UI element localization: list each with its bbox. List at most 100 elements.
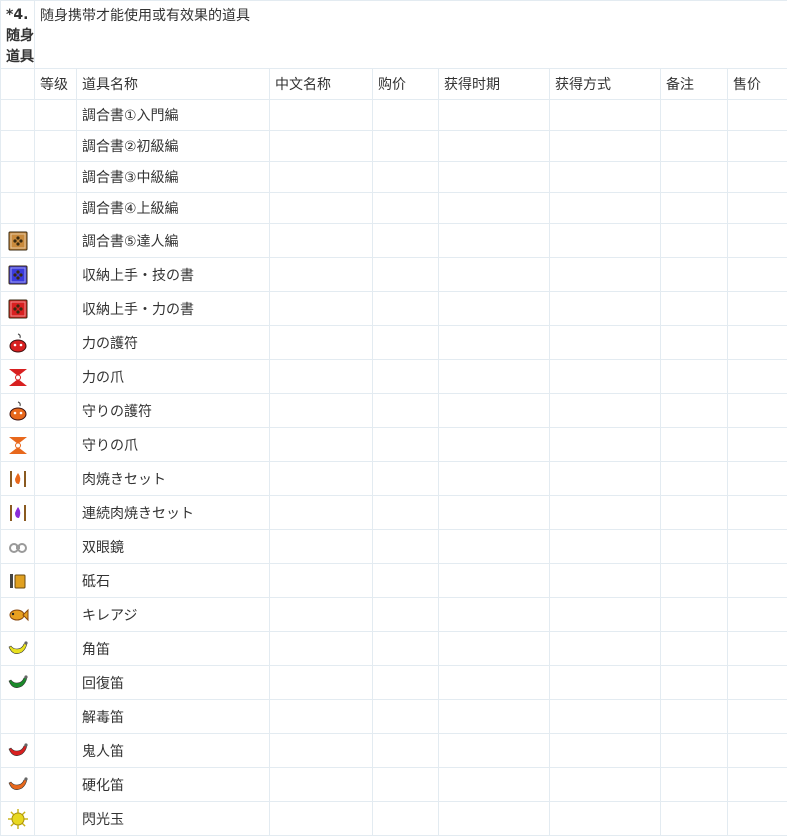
row-notes-cell bbox=[661, 131, 728, 162]
row-chinese-name-cell bbox=[270, 360, 373, 394]
row-chinese-name-cell bbox=[270, 666, 373, 700]
row-item-name: 調合書②初級編 bbox=[77, 131, 270, 162]
row-item-name: 守りの爪 bbox=[77, 428, 270, 462]
row-obtain-method-cell bbox=[550, 162, 661, 193]
column-header-row: 等级 道具名称 中文名称 购价 获得时期 获得方式 备注 售价 bbox=[1, 69, 787, 100]
row-obtain-method-cell bbox=[550, 224, 661, 258]
row-chinese-name-cell bbox=[270, 768, 373, 802]
table-row: 硬化笛 bbox=[1, 768, 787, 802]
row-sell-price-cell bbox=[728, 428, 787, 462]
items-table: *4.随身道具 随身携带才能使用或有效果的道具 等级 道具名称 中文名称 购价 … bbox=[0, 0, 787, 836]
row-icon-cell bbox=[1, 598, 35, 632]
table-row: 鬼人笛 bbox=[1, 734, 787, 768]
row-item-name: 鬼人笛 bbox=[77, 734, 270, 768]
col-head-obtain-period: 获得时期 bbox=[439, 69, 550, 100]
row-buy-price-cell bbox=[373, 598, 439, 632]
row-notes-cell bbox=[661, 700, 728, 734]
row-obtain-method-cell bbox=[550, 598, 661, 632]
row-chinese-name-cell bbox=[270, 496, 373, 530]
row-sell-price-cell bbox=[728, 462, 787, 496]
row-sell-price-cell bbox=[728, 802, 787, 836]
row-notes-cell bbox=[661, 193, 728, 224]
row-sell-price-cell bbox=[728, 131, 787, 162]
meat-roaster-icon bbox=[1, 468, 34, 490]
row-buy-price-cell bbox=[373, 530, 439, 564]
row-obtain-period-cell bbox=[439, 394, 550, 428]
section-description: 随身携带才能使用或有效果的道具 bbox=[35, 1, 787, 69]
row-obtain-period-cell bbox=[439, 564, 550, 598]
row-sell-price-cell bbox=[728, 768, 787, 802]
row-notes-cell bbox=[661, 598, 728, 632]
row-icon-cell bbox=[1, 700, 35, 734]
row-icon-cell bbox=[1, 131, 35, 162]
section-header-row: *4.随身道具 随身携带才能使用或有效果的道具 bbox=[1, 1, 787, 69]
row-obtain-period-cell bbox=[439, 193, 550, 224]
row-level-cell bbox=[35, 700, 77, 734]
row-buy-price-cell bbox=[373, 360, 439, 394]
row-sell-price-cell bbox=[728, 734, 787, 768]
row-obtain-method-cell bbox=[550, 326, 661, 360]
table-row: 守りの護符 bbox=[1, 394, 787, 428]
table-row: 解毒笛 bbox=[1, 700, 787, 734]
row-icon-cell bbox=[1, 258, 35, 292]
table-row: 調合書③中級編 bbox=[1, 162, 787, 193]
row-sell-price-cell bbox=[728, 496, 787, 530]
row-level-cell bbox=[35, 162, 77, 193]
row-obtain-period-cell bbox=[439, 734, 550, 768]
row-obtain-method-cell bbox=[550, 734, 661, 768]
col-head-buy-price: 购价 bbox=[373, 69, 439, 100]
row-level-cell bbox=[35, 131, 77, 162]
row-obtain-period-cell bbox=[439, 162, 550, 193]
row-obtain-period-cell bbox=[439, 768, 550, 802]
row-icon-cell bbox=[1, 428, 35, 462]
row-notes-cell bbox=[661, 162, 728, 193]
row-level-cell bbox=[35, 734, 77, 768]
row-obtain-method-cell bbox=[550, 530, 661, 564]
row-sell-price-cell bbox=[728, 292, 787, 326]
row-obtain-method-cell bbox=[550, 802, 661, 836]
row-level-cell bbox=[35, 632, 77, 666]
row-sell-price-cell bbox=[728, 224, 787, 258]
row-obtain-period-cell bbox=[439, 360, 550, 394]
row-icon-cell bbox=[1, 564, 35, 598]
row-item-name: 砥石 bbox=[77, 564, 270, 598]
row-sell-price-cell bbox=[728, 258, 787, 292]
row-item-name: 力の爪 bbox=[77, 360, 270, 394]
horn-red-icon bbox=[1, 740, 34, 762]
row-buy-price-cell bbox=[373, 700, 439, 734]
claw-orange-icon bbox=[1, 434, 34, 456]
row-icon-cell bbox=[1, 666, 35, 700]
row-chinese-name-cell bbox=[270, 462, 373, 496]
row-obtain-method-cell bbox=[550, 131, 661, 162]
row-icon-cell bbox=[1, 496, 35, 530]
row-item-name: 守りの護符 bbox=[77, 394, 270, 428]
row-buy-price-cell bbox=[373, 802, 439, 836]
row-buy-price-cell bbox=[373, 326, 439, 360]
row-buy-price-cell bbox=[373, 496, 439, 530]
row-notes-cell bbox=[661, 768, 728, 802]
row-obtain-period-cell bbox=[439, 326, 550, 360]
row-item-name: 硬化笛 bbox=[77, 768, 270, 802]
col-head-notes: 备注 bbox=[661, 69, 728, 100]
row-sell-price-cell bbox=[728, 193, 787, 224]
table-row: 調合書②初級編 bbox=[1, 131, 787, 162]
section-title: *4.随身道具 bbox=[1, 1, 35, 69]
col-head-chinese-name: 中文名称 bbox=[270, 69, 373, 100]
table-row: 守りの爪 bbox=[1, 428, 787, 462]
row-icon-cell bbox=[1, 224, 35, 258]
row-item-name: 調合書⑤達人編 bbox=[77, 224, 270, 258]
row-obtain-period-cell bbox=[439, 131, 550, 162]
meat-roaster-purple-icon bbox=[1, 502, 34, 524]
row-level-cell bbox=[35, 292, 77, 326]
fish-icon bbox=[1, 604, 34, 626]
row-icon-cell bbox=[1, 632, 35, 666]
row-icon-cell bbox=[1, 734, 35, 768]
row-obtain-period-cell bbox=[439, 632, 550, 666]
row-buy-price-cell bbox=[373, 632, 439, 666]
row-icon-cell bbox=[1, 802, 35, 836]
row-obtain-period-cell bbox=[439, 802, 550, 836]
row-obtain-period-cell bbox=[439, 258, 550, 292]
row-level-cell bbox=[35, 564, 77, 598]
row-level-cell bbox=[35, 326, 77, 360]
row-notes-cell bbox=[661, 292, 728, 326]
